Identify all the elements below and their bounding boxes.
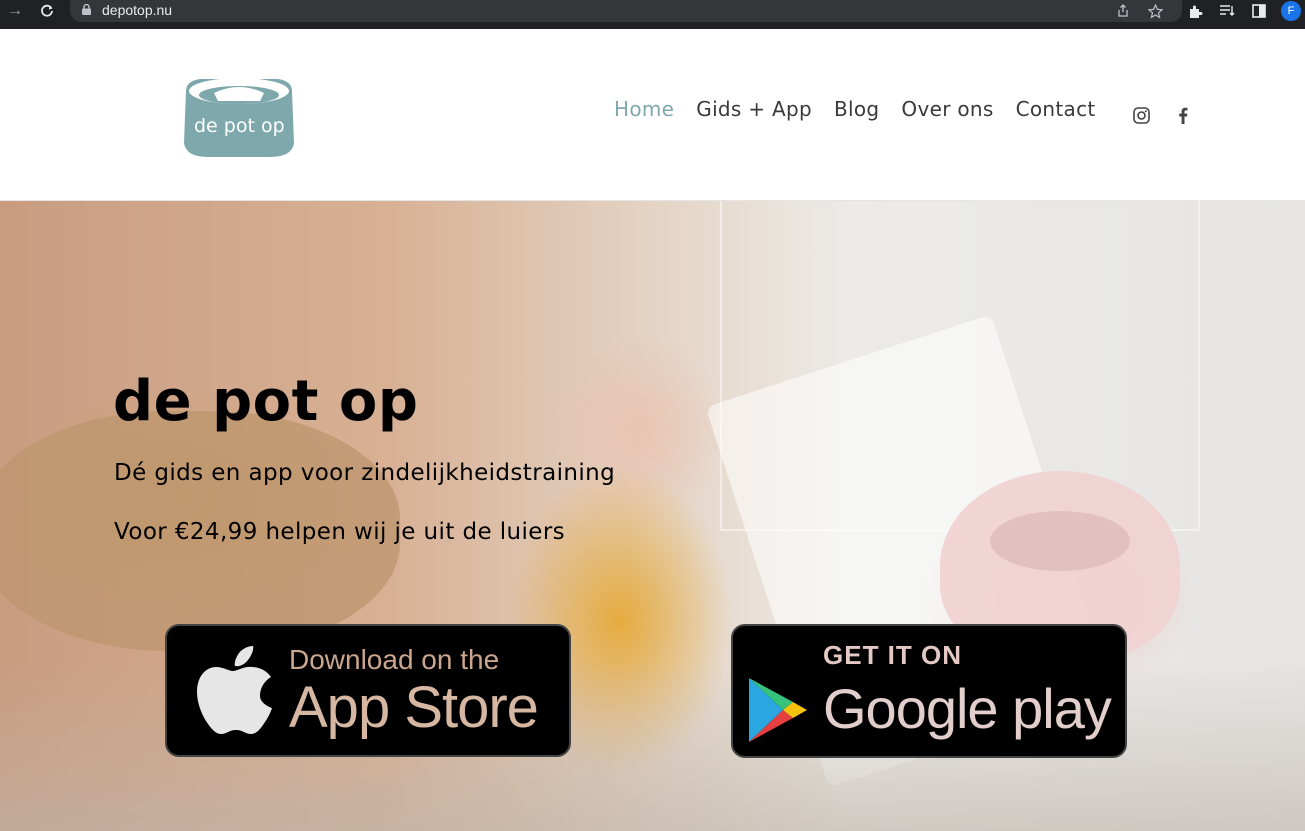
nav-home[interactable]: Home: [614, 97, 674, 121]
nav-contact[interactable]: Contact: [1016, 97, 1096, 121]
google-play-big-text: Google play: [823, 677, 1112, 740]
site-header: de pot op Home Gids + App Blog Over ons …: [0, 29, 1305, 201]
lock-icon: [82, 4, 91, 15]
google-play-icon: [749, 678, 807, 742]
hero-photo-potty-inner: [990, 511, 1130, 571]
app-store-small-text: Download on the: [289, 644, 500, 675]
logo[interactable]: de pot op: [180, 73, 298, 159]
nav-over-ons[interactable]: Over ons: [901, 97, 993, 121]
facebook-icon[interactable]: [1173, 105, 1193, 125]
extensions-icon[interactable]: [1185, 1, 1205, 21]
app-store-big-text: App Store: [289, 675, 539, 740]
app-store-button[interactable]: Download on the App Store: [165, 624, 571, 757]
profile-avatar[interactable]: F: [1281, 1, 1301, 21]
side-panel-icon[interactable]: [1249, 1, 1269, 21]
nav-gids-app[interactable]: Gids + App: [696, 97, 812, 121]
apple-icon: [197, 646, 272, 734]
browser-toolbar: → depotop.nu F: [0, 0, 1305, 29]
google-play-small-text: GET IT ON: [823, 640, 962, 670]
main-navigation: Home Gids + App Blog Over ons Contact: [614, 97, 1118, 121]
hero-subtitle: Dé gids en app voor zindelijkheidstraini…: [114, 460, 616, 486]
instagram-icon[interactable]: [1131, 105, 1151, 125]
bookmark-star-icon[interactable]: [1145, 1, 1165, 21]
share-icon[interactable]: [1113, 1, 1133, 21]
hero-price-line: Voor €24,99 helpen wij je uit de luiers: [114, 519, 566, 545]
reading-list-icon[interactable]: [1217, 1, 1237, 21]
url-text: depotop.nu: [102, 2, 173, 18]
hero-banner: de pot op Dé gids en app voor zindelijkh…: [0, 201, 1305, 831]
logo-text: de pot op: [194, 115, 285, 137]
hero-title: de pot op: [113, 369, 419, 434]
google-play-button[interactable]: GET IT ON Google play: [731, 624, 1127, 758]
forward-icon[interactable]: →: [4, 0, 26, 22]
reload-icon[interactable]: [36, 0, 58, 22]
address-bar[interactable]: depotop.nu: [70, 0, 1182, 22]
nav-blog[interactable]: Blog: [834, 97, 879, 121]
